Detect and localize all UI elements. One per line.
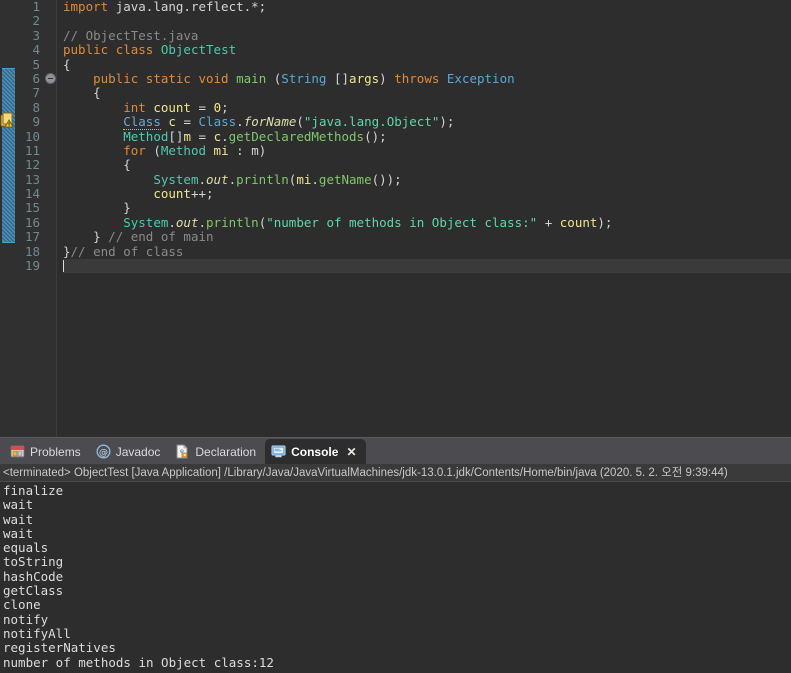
svg-text:@: @ [99, 448, 108, 458]
console-line: wait [3, 511, 34, 527]
code-line-16: System.out.println("number of methods in… [123, 214, 613, 230]
code-content[interactable]: import java.lang.reflect.*; // ObjectTes… [57, 0, 791, 437]
line-number: 1 [32, 0, 40, 14]
warning-marker-icon[interactable] [0, 112, 16, 128]
line-number: 13 [24, 171, 40, 187]
code-line-18: }// end of class [63, 243, 184, 259]
console-line: toString [3, 554, 64, 570]
code-line-1: import java.lang.reflect.*; [63, 0, 267, 14]
code-line-13: System.out.println(mi.getName()); [153, 171, 402, 187]
line-number: 8 [32, 99, 40, 115]
code-line-7: { [93, 85, 101, 101]
code-editor[interactable]: 1 2 3 4 5 6 7 8 9 10 11 12 13 14 15 16 1… [0, 0, 791, 437]
console-line: notifyAll [3, 625, 71, 641]
javadoc-icon: @ [96, 444, 111, 459]
fold-gutter[interactable] [43, 0, 57, 437]
line-number: 6 [32, 70, 40, 86]
line-number: 15 [24, 200, 40, 216]
code-line-12: { [123, 157, 131, 173]
console-line: wait [3, 497, 34, 513]
console-line: registerNatives [3, 640, 116, 656]
console-line: wait [3, 525, 34, 541]
line-number: 12 [24, 157, 40, 173]
console-line: notify [3, 611, 49, 627]
tab-label: Declaration [195, 444, 257, 459]
line-number: 16 [24, 214, 40, 230]
console-line: number of methods in Object class:12 [3, 654, 274, 670]
line-number: 4 [32, 42, 40, 58]
close-icon[interactable]: ✕ [346, 445, 356, 459]
tab-label: Problems [30, 444, 81, 459]
console-line: getClass [3, 583, 64, 599]
line-number: 18 [24, 243, 40, 259]
console-line: finalize [3, 483, 64, 498]
console-status-line: <terminated> ObjectTest [Java Applicatio… [0, 464, 791, 482]
console-line: equals [3, 540, 49, 556]
tab-label: Javadoc [115, 444, 161, 459]
code-line-9: Class c = Class.forName("java.lang.Objec… [123, 114, 455, 131]
tab-problems[interactable]: Problems [4, 439, 90, 464]
code-line-3: // ObjectTest.java [63, 27, 199, 43]
line-number: 11 [24, 142, 40, 158]
code-line-17: } // end of main [93, 229, 214, 245]
annotation-ruler[interactable] [0, 0, 16, 437]
method-annotation-bar [2, 68, 15, 243]
line-number: 14 [24, 186, 40, 202]
view-tab-bar: Problems @ Javadoc e Declaration Console… [0, 437, 791, 464]
code-line-19 [63, 259, 791, 274]
text-caret [63, 260, 64, 273]
tab-console[interactable]: Console ✕ [265, 439, 366, 464]
line-number: 7 [32, 85, 40, 101]
tab-declaration[interactable]: e Declaration [169, 439, 265, 464]
line-number: 19 [24, 258, 40, 274]
code-line-4: public class ObjectTest [63, 42, 237, 58]
console-icon [271, 444, 286, 459]
code-line-11: for (Method mi : m) [123, 142, 267, 158]
collapse-fold-icon[interactable] [45, 73, 56, 84]
code-line-10: Method[]m = c.getDeclaredMethods(); [123, 128, 387, 144]
line-number: 17 [24, 229, 40, 245]
code-line-6: public static void main (String []args) … [93, 70, 515, 86]
console-line: hashCode [3, 568, 64, 584]
declaration-icon: e [175, 444, 190, 459]
code-line-5: { [63, 56, 71, 72]
problems-icon [10, 444, 25, 459]
tab-label: Console [291, 444, 339, 459]
line-number-gutter: 1 2 3 4 5 6 7 8 9 10 11 12 13 14 15 16 1… [16, 0, 43, 437]
bottom-panel: Problems @ Javadoc e Declaration Console… [0, 437, 791, 673]
code-line-15: } [123, 200, 131, 216]
tab-javadoc[interactable]: @ Javadoc [90, 439, 170, 464]
code-line-8: int count = 0; [123, 99, 229, 115]
line-number: 10 [24, 128, 40, 144]
eclipse-ide-window: 1 2 3 4 5 6 7 8 9 10 11 12 13 14 15 16 1… [0, 0, 791, 673]
line-number: 5 [32, 56, 40, 72]
line-number: 3 [32, 27, 40, 43]
code-line-14: count++; [153, 186, 214, 202]
line-number: 9 [32, 114, 40, 130]
line-number: 2 [32, 13, 40, 29]
console-line: clone [3, 597, 41, 613]
console-output[interactable]: finalize wait wait wait equals toString … [0, 482, 791, 673]
